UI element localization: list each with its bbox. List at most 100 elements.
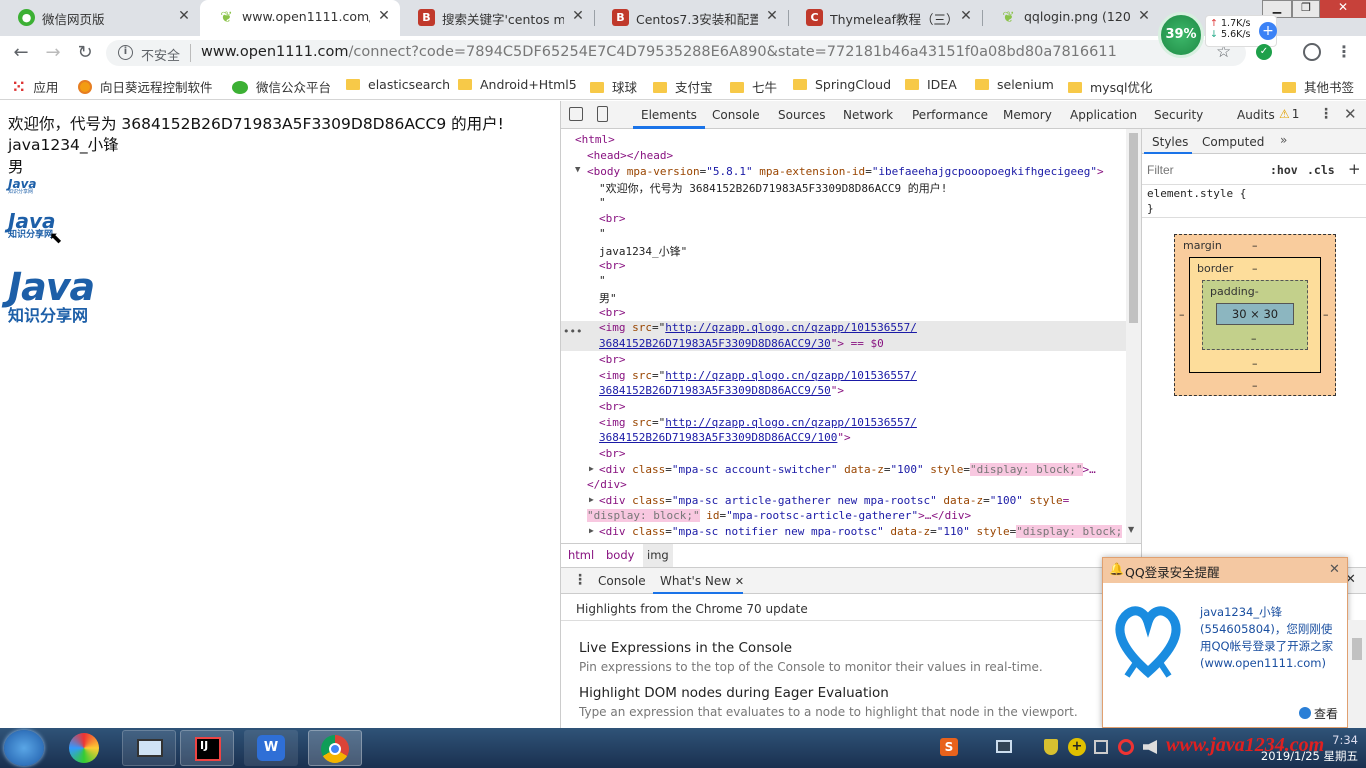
qq-alert-close-icon[interactable]: ✕: [1329, 562, 1340, 577]
dom-node-line[interactable]: <img src="http://qzapp.qlogo.cn/qzapp/10…: [599, 369, 917, 382]
tab-close-icon[interactable]: ✕: [764, 8, 780, 24]
tab-close-icon[interactable]: ✕: [176, 8, 192, 24]
dom-node-line[interactable]: ▶ <div class="mpa-sc notifier new mpa-roo…: [589, 525, 1123, 538]
taskbar-app-icon[interactable]: [69, 733, 99, 763]
warning-icon[interactable]: ⚠ 1: [1279, 107, 1299, 121]
drawer-tab-console[interactable]: Console: [598, 574, 646, 588]
tab-4[interactable]: B Centos7.3安装和配置M ✕: [594, 0, 788, 36]
dom-node-line[interactable]: "欢迎你，代号为 3684152B26D71983A5F3309D8D86ACC…: [599, 180, 947, 196]
dom-node-line[interactable]: <html>: [575, 133, 615, 146]
dom-node-line[interactable]: 3684152B26D71983A5F3309D8D86ACC9/30"> ==…: [599, 337, 884, 350]
computed-tab[interactable]: Computed: [1202, 135, 1264, 149]
drawer-menu-icon[interactable]: ⋮: [573, 572, 587, 588]
maximize-button[interactable]: ❐: [1292, 0, 1320, 18]
whats-new-item-title[interactable]: Live Expressions in the Console: [579, 640, 792, 656]
dom-node-line[interactable]: <br>: [599, 447, 626, 460]
styles-tab[interactable]: Styles: [1152, 135, 1188, 149]
tray-monitor-icon[interactable]: [996, 740, 1012, 753]
breadcrumb-img[interactable]: img: [643, 544, 673, 567]
devtools-tab-performance[interactable]: Performance: [912, 108, 988, 122]
breadcrumb-html[interactable]: html: [568, 548, 594, 562]
dom-node-line[interactable]: java1234_小锋": [599, 243, 687, 259]
dom-node-line[interactable]: 男": [599, 290, 617, 306]
address-bar[interactable]: i 不安全 www.open1111.com/connect?code=7894…: [106, 40, 1246, 66]
bookmark-item[interactable]: Android+Html5: [458, 77, 577, 92]
chrome-icon[interactable]: [308, 730, 362, 766]
bookmark-item[interactable]: 其他书签: [1282, 77, 1354, 96]
dom-node-line[interactable]: ▶ <div class="mpa-sc account-switcher" da…: [589, 463, 1096, 476]
taskbar-desktop-icon[interactable]: [122, 730, 176, 766]
tab-1[interactable]: ● 微信网页版 ✕: [0, 0, 200, 36]
dom-node-line[interactable]: <img src="http://qzapp.qlogo.cn/qzapp/10…: [599, 321, 917, 334]
start-button[interactable]: [4, 730, 44, 766]
tab-close-icon[interactable]: ✕: [958, 8, 974, 24]
element-style-rule[interactable]: element.style {: [1147, 187, 1246, 200]
dom-node-line[interactable]: 3684152B26D71983A5F3309D8D86ACC9/100">: [599, 431, 851, 444]
bookmark-item[interactable]: 球球: [590, 77, 637, 96]
intellij-icon[interactable]: IJ: [180, 730, 234, 766]
profile-icon[interactable]: [1303, 43, 1321, 61]
tray-plus-icon[interactable]: +: [1068, 738, 1086, 756]
menu-icon[interactable]: ⋮: [1336, 42, 1352, 61]
device-toolbar-icon[interactable]: [597, 106, 608, 122]
dom-node-line[interactable]: ▼ <body mpa-version="5.8.1" mpa-extensio…: [575, 165, 1104, 178]
wps-icon[interactable]: W: [244, 730, 298, 766]
box-model-padding[interactable]: padding- – 30 × 30: [1202, 280, 1308, 350]
devtools-tab-memory[interactable]: Memory: [1003, 108, 1052, 122]
info-icon[interactable]: i: [118, 45, 133, 60]
devtools-tab-sources[interactable]: Sources: [778, 108, 825, 122]
box-model-margin[interactable]: margin – – – – border – – padding- – 30 …: [1174, 234, 1336, 396]
drawer-tab-whats-new[interactable]: What's New ✕: [660, 574, 744, 588]
whats-new-item-title[interactable]: Highlight DOM nodes during Eager Evaluat…: [579, 685, 889, 701]
dom-node-line[interactable]: <img src="http://qzapp.qlogo.cn/qzapp/10…: [599, 416, 917, 429]
devtools-tab-application[interactable]: Application: [1070, 108, 1137, 122]
dom-node-line[interactable]: <head></head>: [587, 149, 673, 162]
dom-node-line[interactable]: ": [599, 274, 606, 287]
bookmark-item[interactable]: SpringCloud: [793, 77, 891, 92]
ime-icon[interactable]: S: [940, 738, 958, 756]
tab-close-icon[interactable]: ✕: [376, 8, 392, 24]
url-text[interactable]: www.open1111.com/connect?code=7894C5DF65…: [201, 44, 1117, 60]
bookmark-item[interactable]: mysql优化: [1068, 77, 1153, 96]
hov-toggle[interactable]: :hov: [1270, 163, 1298, 177]
devtools-close-icon[interactable]: ✕: [1344, 105, 1357, 123]
back-icon[interactable]: ←: [10, 42, 32, 64]
more-tabs-icon[interactable]: »: [1280, 133, 1287, 147]
cpu-meter[interactable]: 39%: [1158, 12, 1204, 58]
dom-node-line[interactable]: <br>: [599, 400, 626, 413]
tab-6[interactable]: ❦ qqlogin.png (120×24) ✕: [982, 0, 1160, 36]
bookmark-item[interactable]: ⁙ 应用: [12, 77, 58, 96]
devtools-tab-security[interactable]: Security: [1154, 108, 1203, 122]
dom-node-line[interactable]: "display: block;" id="mpa-rootsc-article…: [587, 509, 971, 522]
dom-node-line[interactable]: ": [599, 196, 606, 209]
not-secure-label[interactable]: 不安全: [141, 45, 180, 64]
reload-icon[interactable]: ↻: [74, 42, 96, 64]
devtools-tab-network[interactable]: Network: [843, 108, 893, 122]
box-model-content[interactable]: 30 × 30: [1216, 303, 1294, 325]
bookmark-item[interactable]: 支付宝: [653, 77, 713, 96]
qq-view-link[interactable]: 查看: [1299, 705, 1338, 722]
tab-5[interactable]: C Thymeleaf教程（三）th ✕: [788, 0, 982, 36]
dom-node-line[interactable]: ▶ <div class="mpa-sc article-gatherer new…: [589, 494, 1069, 507]
devtools-tab-elements[interactable]: Elements: [641, 108, 697, 122]
bookmark-item[interactable]: selenium: [975, 77, 1054, 92]
tab-3[interactable]: B 搜索关键字'centos mys ✕: [400, 0, 594, 36]
close-window-button[interactable]: ✕: [1320, 0, 1366, 18]
bookmark-item[interactable]: 七牛: [730, 77, 777, 96]
cls-toggle[interactable]: .cls: [1307, 163, 1335, 177]
plus-badge-icon[interactable]: +: [1259, 22, 1277, 40]
box-model-border[interactable]: border – – padding- – 30 × 30: [1189, 257, 1321, 373]
tray-red-icon[interactable]: [1118, 739, 1134, 755]
extension-check-icon[interactable]: ✓: [1256, 44, 1272, 60]
devtools-menu-icon[interactable]: ⋮: [1319, 106, 1333, 122]
dom-node-line[interactable]: </div>: [587, 478, 627, 491]
dom-node-line[interactable]: <br>: [599, 353, 626, 366]
bookmark-item[interactable]: 微信公众平台: [232, 77, 331, 96]
dom-node-line[interactable]: <br>: [599, 306, 626, 319]
devtools-tab-audits[interactable]: Audits: [1237, 108, 1275, 122]
add-rule-icon[interactable]: +: [1348, 160, 1361, 178]
bookmark-item[interactable]: IDEA: [905, 77, 957, 92]
forward-icon[interactable]: →: [42, 42, 64, 64]
bookmark-item[interactable]: elasticsearch: [346, 77, 450, 92]
inspect-icon[interactable]: [569, 107, 583, 121]
